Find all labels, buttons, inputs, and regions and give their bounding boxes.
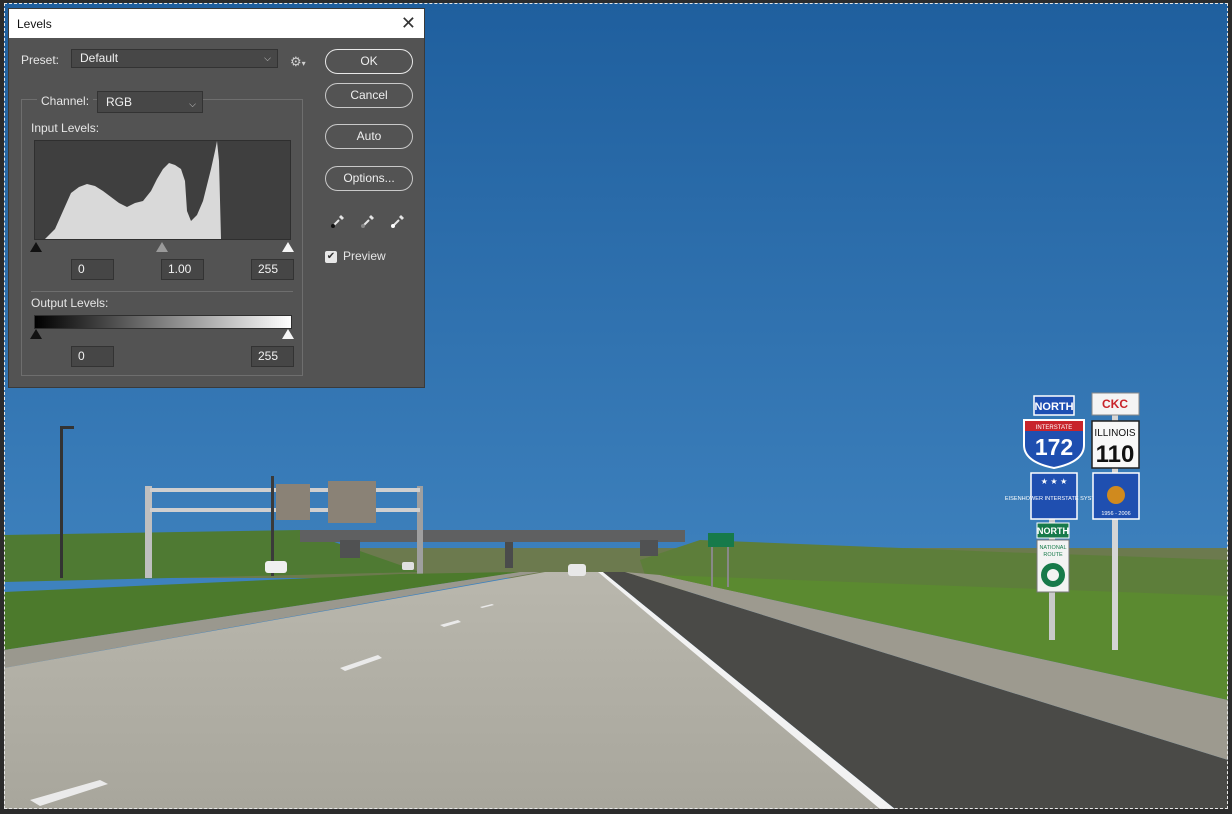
sign-north-text: NORTH [1034, 401, 1073, 413]
output-levels-label: Output Levels: [31, 296, 109, 310]
chevron-down-icon: ⌵ [189, 99, 196, 109]
channel-label: Channel: [37, 94, 94, 108]
input-white-slider[interactable] [282, 242, 294, 252]
output-black-slider[interactable] [30, 329, 42, 339]
svg-text:★ ★ ★: ★ ★ ★ [1041, 477, 1068, 486]
output-white-slider[interactable] [282, 329, 294, 339]
output-gradient [34, 315, 292, 329]
sign-national-text: NATIONAL [1039, 545, 1066, 551]
input-gamma-slider[interactable] [156, 242, 168, 252]
ok-button[interactable]: OK [325, 49, 413, 74]
auto-button[interactable]: Auto [325, 124, 413, 149]
options-button[interactable]: Options... [325, 166, 413, 191]
preset-select[interactable]: Default ⌵ [71, 49, 278, 68]
dialog-titlebar[interactable]: Levels ✕ [9, 9, 424, 38]
sign-state-number: 110 [1096, 441, 1135, 468]
preview-checkbox[interactable]: ✔ [325, 251, 337, 263]
dialog-title: Levels [17, 17, 52, 31]
output-black-field[interactable]: 0 [71, 346, 114, 367]
sign-years-text: 1956 - 2006 [1101, 511, 1130, 517]
sign-route-text: ROUTE [1043, 552, 1063, 558]
gear-icon[interactable]: ⚙▾ [290, 54, 306, 70]
sign-state-text: ILLINOIS [1094, 428, 1135, 439]
preset-label: Preset: [21, 53, 60, 67]
channel-value: RGB [106, 95, 133, 109]
output-white-field[interactable]: 255 [251, 346, 294, 367]
histogram [34, 140, 291, 240]
sign-ckc-text: CKC [1102, 397, 1128, 411]
close-icon[interactable]: ✕ [401, 13, 416, 33]
sign-interstate-number: 172 [1035, 434, 1073, 460]
input-black-slider[interactable] [30, 242, 42, 252]
levels-dialog: Levels ✕ Preset: Default ⌵ ⚙▾ Channel: R… [8, 8, 425, 388]
channel-select[interactable]: RGB ⌵ [97, 91, 203, 113]
sign-eisenhower-text: EISENHOWER INTERSTATE SYSTEM [1005, 496, 1104, 502]
input-levels-label: Input Levels: [31, 121, 100, 135]
input-gamma-field[interactable]: 1.00 [161, 259, 204, 280]
cancel-button[interactable]: Cancel [325, 83, 413, 108]
chevron-down-icon: ⌵ [264, 53, 271, 63]
sign-north2-text: NORTH [1037, 526, 1069, 536]
input-black-field[interactable]: 0 [71, 259, 114, 280]
histogram-graph [35, 141, 221, 239]
preview-label: Preview [343, 249, 386, 263]
eyedropper-white-icon[interactable] [390, 213, 406, 229]
eyedropper-black-icon[interactable] [330, 213, 346, 229]
preset-value: Default [80, 51, 119, 65]
divider [31, 291, 293, 292]
input-white-field[interactable]: 255 [251, 259, 294, 280]
sign-interstate-text: INTERSTATE [1036, 425, 1072, 431]
eyedropper-gray-icon[interactable] [360, 213, 376, 229]
